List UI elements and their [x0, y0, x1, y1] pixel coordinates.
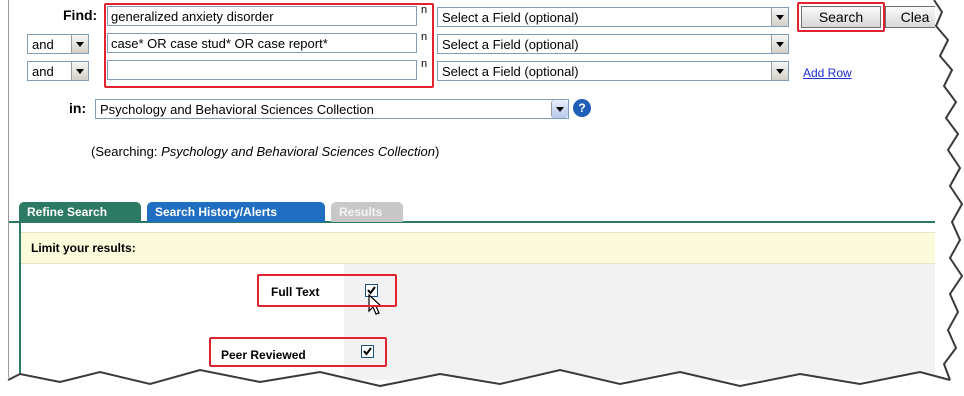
- torn-edge-decoration: [0, 0, 964, 396]
